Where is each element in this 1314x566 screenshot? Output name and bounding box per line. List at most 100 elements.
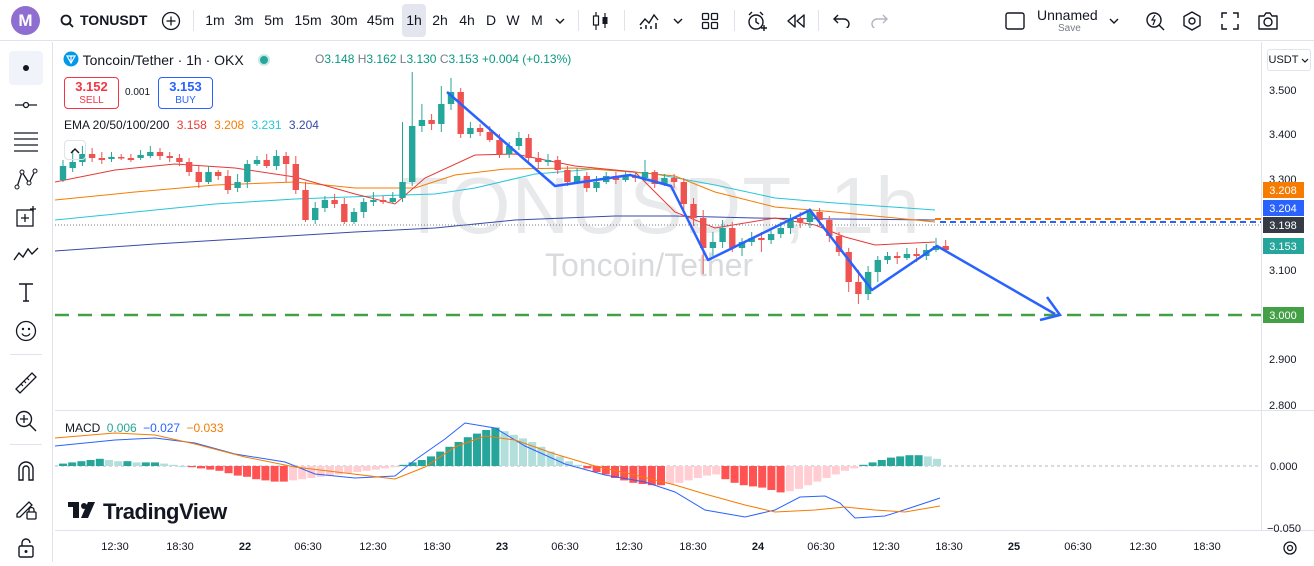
chart-area[interactable]: TONUSDT, 1h Toncoin/Tether 3.500 3.400 3… <box>55 42 1314 562</box>
fib-tool-button[interactable] <box>9 127 43 161</box>
brush-tool-button[interactable] <box>9 239 43 273</box>
interval-4h[interactable]: 4h <box>456 8 478 33</box>
interval-1h[interactable]: 1h <box>402 4 426 37</box>
plus-circle-icon <box>161 11 181 31</box>
currency-unit-selector[interactable]: USDT <box>1267 49 1311 71</box>
profile-avatar[interactable]: M <box>11 6 40 35</box>
magnet-button[interactable] <box>9 456 43 490</box>
snapshot-button[interactable] <box>1255 8 1281 33</box>
macd-hist-bar <box>169 464 178 466</box>
indicators-dropdown-button[interactable] <box>670 8 686 33</box>
sell-button[interactable]: 3.152 SELL <box>64 77 119 109</box>
macd-axis-neg: −0.050 <box>1267 523 1301 535</box>
symbol-search-button[interactable]: TONUSDT <box>60 8 155 33</box>
interval-45m[interactable]: 45m <box>365 8 396 33</box>
projection-tool-button[interactable] <box>9 202 43 236</box>
macd-hist-bar <box>261 466 270 481</box>
legend-title[interactable]: Toncoin/Tether · 1h · OKX <box>63 51 268 70</box>
line-tool-icon <box>14 97 38 115</box>
interval-1m[interactable]: 1m <box>202 8 228 33</box>
interval-30m[interactable]: 30m <box>329 8 359 33</box>
candle-body <box>855 282 862 294</box>
macd-hist-bar <box>482 430 491 466</box>
lock-drawings-button[interactable] <box>9 494 43 528</box>
interval-5m[interactable]: 5m <box>261 8 287 33</box>
layout-dropdown-button[interactable] <box>1104 8 1124 33</box>
candle-body <box>467 128 474 134</box>
macd-hist-bar <box>795 466 803 489</box>
collapse-legend-button[interactable] <box>64 140 86 160</box>
candle-body <box>350 212 358 222</box>
zoom-tool-button[interactable] <box>9 406 43 440</box>
ema-legend[interactable]: EMA 20/50/100/200 3.158 3.208 3.231 3.20… <box>64 118 319 132</box>
last-price-text: 3.153 <box>1269 241 1297 253</box>
time-tick: 12:30 <box>872 541 900 553</box>
layout-save-label[interactable]: Save <box>1058 23 1081 34</box>
macd-hist-bar <box>399 464 408 466</box>
interval-15m[interactable]: 15m <box>293 8 323 33</box>
icon-tool-button[interactable] <box>9 316 43 350</box>
layout-toggle-button[interactable] <box>1003 8 1027 33</box>
candle-body <box>496 140 503 154</box>
pattern-tool-button[interactable] <box>9 164 43 198</box>
chart-type-button[interactable] <box>589 8 613 33</box>
buy-button[interactable]: 3.153 BUY <box>158 77 213 109</box>
macd-hist-bar <box>905 455 914 466</box>
macd-hist-bar <box>187 466 196 468</box>
interval-d[interactable]: D <box>483 8 499 33</box>
quick-search-button[interactable] <box>1143 8 1167 33</box>
hide-drawings-button[interactable] <box>9 532 43 566</box>
text-tool-button[interactable] <box>9 277 43 311</box>
time-tick: 18:30 <box>679 541 707 553</box>
templates-button[interactable] <box>697 8 723 33</box>
box-plus-icon <box>14 205 38 234</box>
time-tick: 18:30 <box>423 541 451 553</box>
settings-button[interactable] <box>1180 8 1204 33</box>
candle-body <box>903 254 911 258</box>
candle-body <box>389 198 396 202</box>
interval-3m[interactable]: 3m <box>231 8 257 33</box>
coin-icon <box>63 51 79 70</box>
interval-2h[interactable]: 2h <box>429 8 451 33</box>
undo-button[interactable] <box>829 8 855 33</box>
macd-hist-bar <box>721 466 730 480</box>
avatar-letter: M <box>18 10 33 30</box>
macd-hist-bar <box>896 456 905 466</box>
candle-body <box>282 156 290 164</box>
chart-settings-icon[interactable] <box>1283 541 1297 555</box>
sell-label: SELL <box>79 95 104 106</box>
tradingview-logo[interactable]: TradingView <box>67 499 227 525</box>
cursor-tool-button[interactable] <box>9 51 43 85</box>
compare-symbol-button[interactable] <box>158 8 184 33</box>
candle-body <box>719 228 726 242</box>
alert-button[interactable] <box>744 8 770 33</box>
chevron-up-icon <box>70 141 80 159</box>
interval-dropdown-button[interactable] <box>552 8 568 33</box>
rewind-icon <box>786 13 806 28</box>
macd-legend[interactable]: MACD 0.006 −0.027 −0.033 <box>65 421 224 435</box>
macd-hist-bar <box>601 466 610 475</box>
layout-name[interactable]: Unnamed <box>1037 7 1098 23</box>
measure-tool-button[interactable] <box>9 368 43 402</box>
time-tick: 18:30 <box>935 541 963 553</box>
drawing-toolbar <box>0 42 53 562</box>
replay-button[interactable] <box>783 8 809 33</box>
time-tick: 06:30 <box>294 541 322 553</box>
lightning-search-icon <box>1145 11 1165 31</box>
candle-body <box>670 178 678 182</box>
horizontal-lines-icon <box>13 131 39 158</box>
indicators-button[interactable] <box>636 8 662 33</box>
interval-m[interactable]: M <box>528 8 546 33</box>
candle-body <box>312 208 319 220</box>
macd-hist-bar <box>307 466 316 478</box>
redo-button[interactable] <box>866 8 892 33</box>
projection-path-drawing[interactable] <box>446 91 1056 316</box>
fullscreen-button[interactable] <box>1218 8 1242 33</box>
time-axis[interactable]: 12:30 18:30 22 06:30 12:30 18:30 23 06:30 12:30 1… <box>101 541 1221 553</box>
candle-body <box>127 158 135 160</box>
macd-hist-bar <box>289 466 297 481</box>
time-tick: 12:30 <box>1129 541 1157 553</box>
macd-hist-bar <box>95 458 104 466</box>
trend-line-tool-button[interactable] <box>9 89 43 123</box>
interval-w[interactable]: W <box>504 8 522 33</box>
